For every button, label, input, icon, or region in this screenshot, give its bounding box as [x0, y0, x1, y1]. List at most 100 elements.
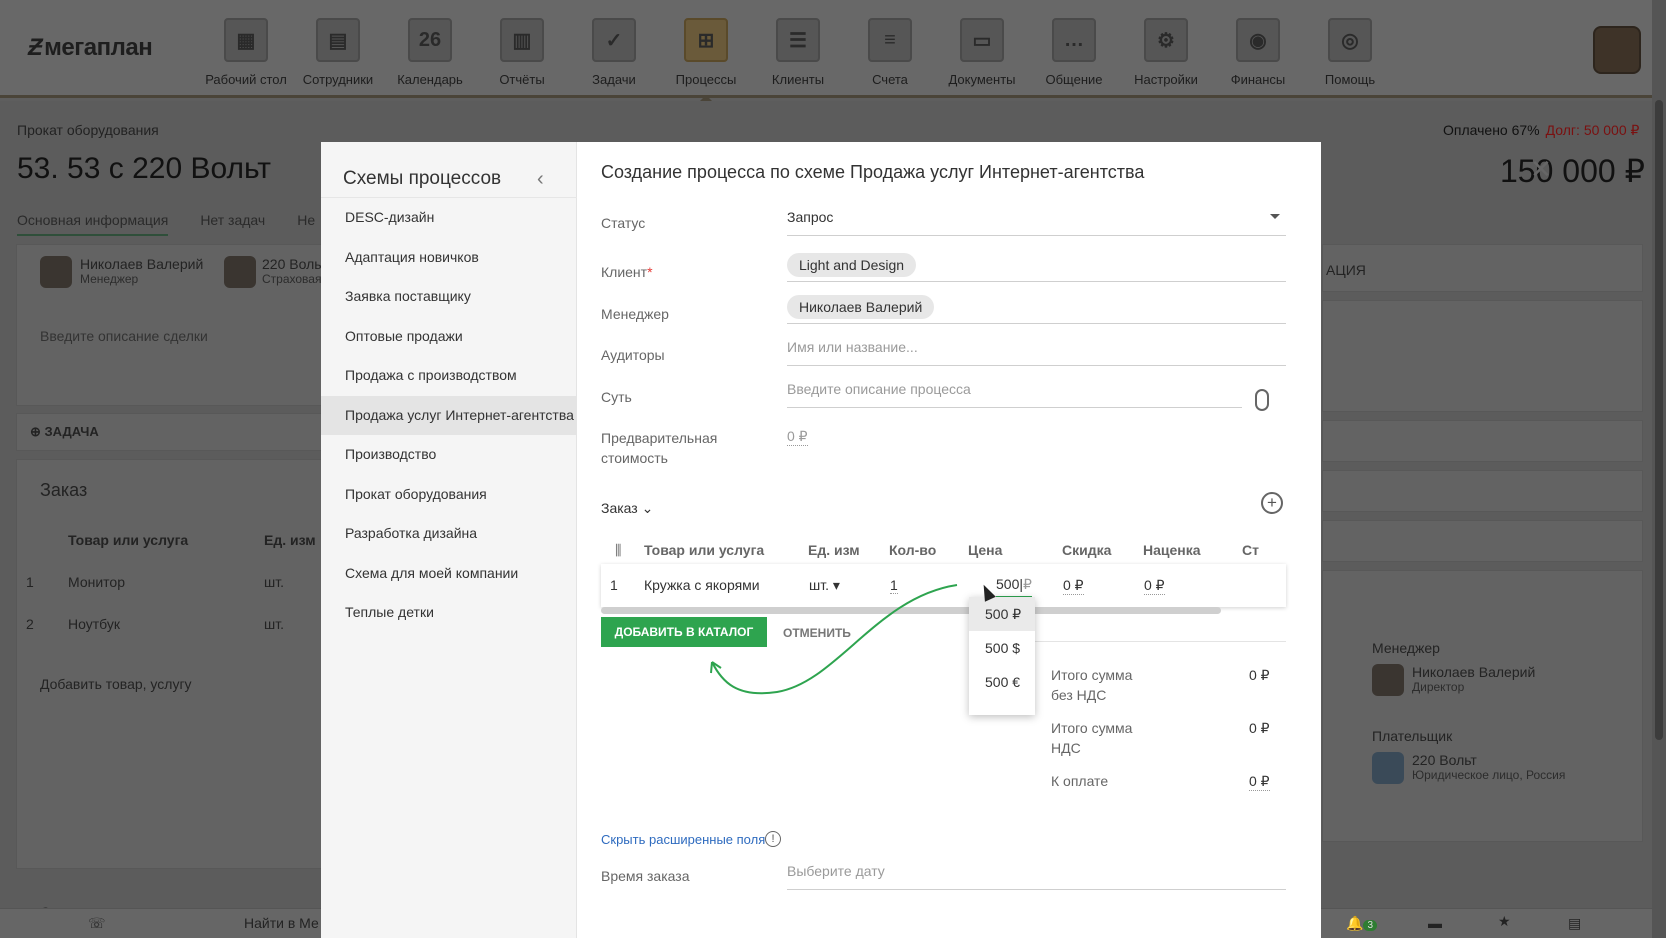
col-product: Товар или услуга: [644, 542, 765, 558]
nav-item[interactable]: ◎ Помощь: [1304, 12, 1396, 87]
row-unit-select[interactable]: шт. ▾: [809, 577, 840, 594]
cancel-button[interactable]: ОТМЕНИТЬ: [783, 626, 851, 640]
col-qty: Кол-во: [889, 542, 937, 558]
nav-item[interactable]: ☰ Клиенты: [752, 12, 844, 87]
nav-item-label: Клиенты: [771, 72, 825, 87]
hide-advanced-link[interactable]: Скрыть расширенные поля: [601, 832, 765, 847]
scheme-item[interactable]: DESC-дизайн: [321, 198, 577, 238]
add-item-input[interactable]: Добавить товар, услугу: [40, 676, 192, 692]
auditors-input[interactable]: Имя или название...: [787, 334, 1286, 366]
process-form: Создание процесса по схеме Продажа услуг…: [577, 142, 1552, 938]
bottom-search[interactable]: Найти в Ме: [244, 915, 319, 931]
nav-item[interactable]: ≡ Счета: [844, 12, 936, 87]
row-markup[interactable]: 0 ₽: [1144, 577, 1165, 595]
breadcrumb[interactable]: Прокат оборудования: [17, 122, 159, 138]
calendar-icon: 26: [408, 18, 452, 62]
columns-settings-icon[interactable]: ⫼: [615, 542, 621, 559]
manager-field[interactable]: Николаев Валерий: [787, 292, 1286, 324]
tab-other[interactable]: Не: [297, 212, 315, 236]
close-icon[interactable]: ✕: [1530, 156, 1552, 182]
add-order-item-icon[interactable]: +: [1261, 492, 1283, 514]
dropdown-caret-icon: [1270, 214, 1280, 224]
tab-no-tasks[interactable]: Нет задач: [200, 212, 265, 236]
scheme-item[interactable]: Схема для моей компании: [321, 554, 577, 594]
star-icon[interactable]: ★: [1498, 913, 1511, 930]
order-time-label: Время заказа: [601, 868, 690, 884]
scheme-item[interactable]: Заявка поставщику: [321, 277, 577, 317]
row-product[interactable]: Кружка с якорями: [644, 577, 760, 593]
info-icon[interactable]: !: [765, 831, 781, 847]
attachment-icon[interactable]: [1255, 389, 1269, 411]
order-row-1-num: 1: [26, 574, 34, 590]
scheme-item[interactable]: Разработка дизайна: [321, 514, 577, 554]
nav-item[interactable]: ▥ Отчёты: [476, 12, 568, 87]
scheme-item[interactable]: Адаптация новичков: [321, 238, 577, 278]
processes-icon: ⊞: [684, 18, 728, 62]
row-discount[interactable]: 0 ₽: [1063, 577, 1084, 595]
form-title: Создание процесса по схеме Продажа услуг…: [601, 162, 1145, 182]
bell-icon[interactable]: 🔔 3: [1346, 915, 1377, 932]
nav-item[interactable]: ▤ Сотрудники: [292, 12, 384, 87]
right-card-5: [1322, 520, 1643, 562]
col-unit: Ед. изм: [808, 542, 860, 558]
manager-chip[interactable]: Николаев Валерий: [787, 295, 935, 319]
manager-label: Менеджер: [601, 306, 669, 322]
nav-item-label: Общение: [1045, 72, 1103, 87]
row-qty[interactable]: 1: [890, 577, 898, 594]
top-navigation: Ƶмегаплан ▦ Рабочий стол ▤ Сотрудники 26 Кале…: [0, 0, 1666, 101]
scheme-item[interactable]: Продажа услуг Интернет-агентства: [321, 395, 577, 435]
collapse-chevron-icon[interactable]: ‹: [537, 168, 544, 191]
scheme-list: DESC-дизайн Адаптация новичков Заявка пост…: [321, 197, 577, 633]
deal-description-placeholder[interactable]: Введите описание сделки: [40, 328, 208, 344]
prelim-cost-value[interactable]: 0 ₽: [787, 428, 808, 446]
nav-item[interactable]: … Общение: [1028, 12, 1120, 87]
deal-amount: 150 000 ₽: [1500, 153, 1645, 189]
add-to-catalog-button[interactable]: ДОБАВИТЬ В КАТАЛОГ: [601, 617, 767, 647]
scheme-item[interactable]: Оптовые продажи: [321, 317, 577, 357]
essence-input[interactable]: Введите описание процесса: [787, 376, 1242, 408]
nav-item[interactable]: ◉ Финансы: [1212, 12, 1304, 87]
nav-item[interactable]: ⊞ Процессы: [660, 12, 752, 101]
scheme-item[interactable]: Прокат оборудования: [321, 475, 577, 515]
client-name: 220 Воль Страховая: [262, 256, 322, 286]
nav-item[interactable]: 26 Календарь: [384, 12, 476, 87]
price-input[interactable]: 500|₽: [996, 572, 1032, 598]
process-schemes-panel: Схемы процессов ‹ DESC-дизайн Адаптация н…: [321, 142, 577, 938]
nav-item[interactable]: ▭ Документы: [936, 12, 1028, 87]
user-avatar[interactable]: [1593, 26, 1641, 74]
order-section-toggle[interactable]: Заказ ⌄: [601, 500, 653, 517]
price-option[interactable]: 500 $: [969, 631, 1035, 665]
order-row-1-name: Монитор: [68, 574, 125, 590]
documents-icon: ▭: [960, 18, 1004, 62]
client-field[interactable]: Light and Design: [787, 250, 1286, 282]
manager-name: Николаев Валерий Менеджер: [80, 256, 204, 286]
book-icon[interactable]: ▤: [1568, 915, 1581, 932]
nav-item[interactable]: ▦ Рабочий стол: [200, 12, 292, 87]
nav-item[interactable]: ✓ Задачи: [568, 12, 660, 87]
col-discount: Скидка: [1062, 542, 1112, 558]
right-manager-avatar: [1372, 664, 1404, 696]
add-task-button[interactable]: ⊕ ЗАДАЧА: [30, 424, 99, 440]
deal-tabs: Основная информация Нет задач Не: [17, 212, 315, 236]
messages-icon[interactable]: ▬: [1428, 915, 1442, 931]
megaplan-logo[interactable]: Ƶмегаплан: [28, 34, 153, 62]
order-row-2-name: Ноутбук: [68, 616, 120, 632]
scheme-item[interactable]: Продажа с производством: [321, 356, 577, 396]
phone-icon[interactable]: ☏: [88, 915, 106, 932]
scheme-item[interactable]: Теплые детки: [321, 593, 577, 633]
page-scrollbar[interactable]: [1652, 0, 1666, 938]
order-col-unit: Ед. изм: [264, 532, 316, 548]
tasks-icon: ✓: [592, 18, 636, 62]
price-option[interactable]: 500 ₽: [969, 597, 1035, 631]
table-horizontal-scrollbar[interactable]: [601, 607, 1221, 614]
tab-main-info[interactable]: Основная информация: [17, 212, 169, 236]
order-title: Заказ: [40, 480, 88, 500]
scheme-item[interactable]: Производство: [321, 435, 577, 475]
price-option[interactable]: 500 €: [969, 665, 1035, 699]
nav-item[interactable]: ⚙ Настройки: [1120, 12, 1212, 87]
client-chip[interactable]: Light and Design: [787, 253, 917, 277]
total-vat-label: Итого сумма НДС: [1051, 720, 1133, 756]
status-select[interactable]: Запрос: [787, 204, 1286, 236]
order-time-input[interactable]: Выберите дату: [787, 858, 1286, 890]
col-extra: Ст: [1242, 542, 1259, 558]
